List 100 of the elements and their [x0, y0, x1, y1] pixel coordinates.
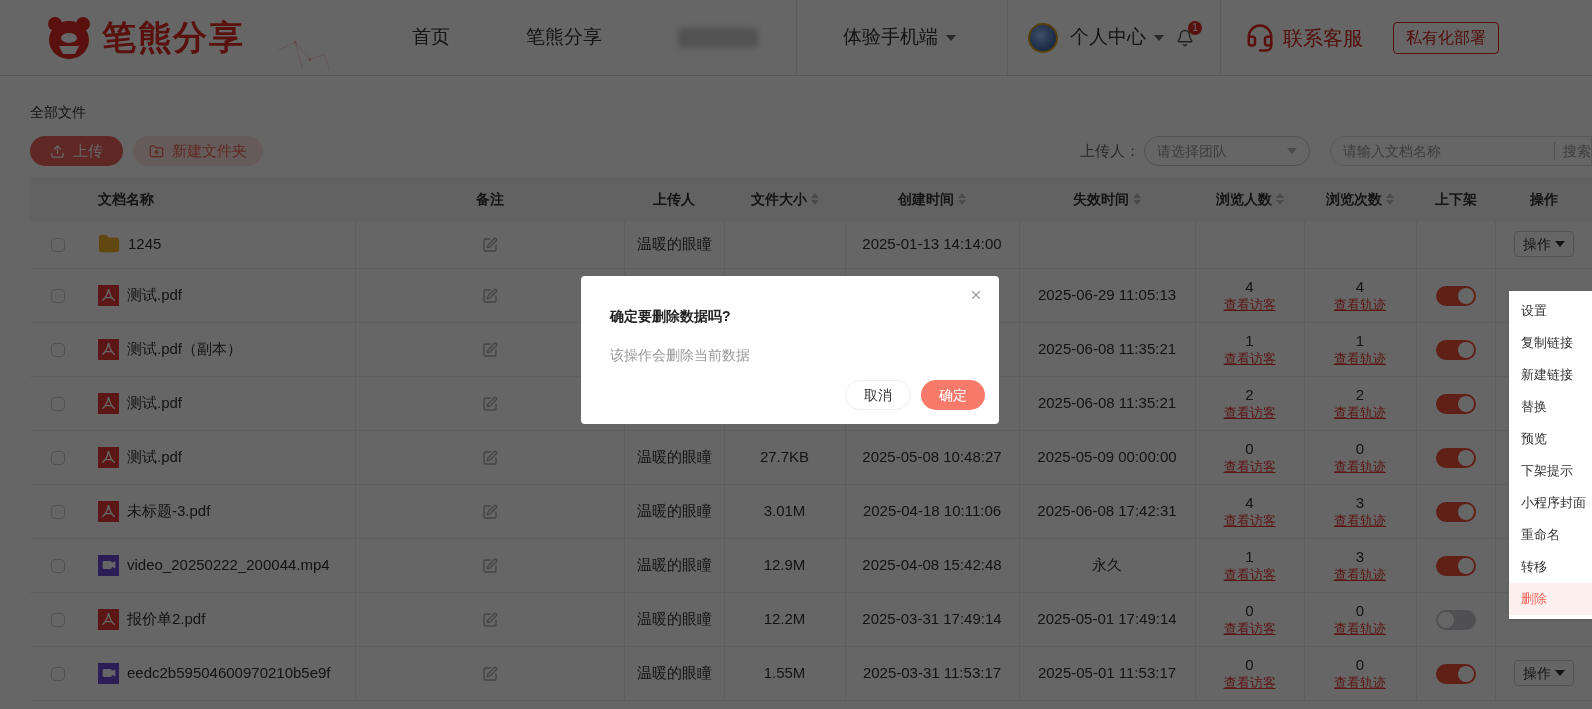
breadcrumb: 全部文件	[29, 103, 86, 122]
publish-toggle[interactable]	[1435, 501, 1476, 522]
bell-icon[interactable]	[1176, 28, 1194, 47]
file-name[interactable]: video_20250222_200044.mp4	[127, 553, 330, 577]
column-header: 上下架	[1434, 189, 1477, 209]
view-trace-link[interactable]: 查看轨迹	[1334, 512, 1386, 528]
file-name[interactable]: 测试.pdf	[127, 283, 183, 307]
column-header[interactable]: 浏览次数	[1326, 188, 1382, 210]
pdf-icon	[98, 392, 119, 414]
uploader-name: 温暖的眼瞳	[636, 609, 712, 627]
view-visitors-link[interactable]: 查看访客	[1223, 566, 1276, 582]
pdf-icon	[98, 500, 119, 522]
action-button[interactable]: 操作	[1513, 660, 1574, 686]
viewer-count: 1	[1244, 331, 1255, 349]
column-header[interactable]: 创建时间	[898, 188, 954, 210]
file-name[interactable]: eedc2b59504600970210b5e9f	[127, 661, 331, 685]
caret-icon	[1287, 148, 1297, 154]
menu-item[interactable]: 下架提示	[1509, 455, 1592, 487]
edit-note-icon[interactable]	[481, 449, 498, 466]
file-name[interactable]: 测试.pdf	[127, 391, 183, 415]
menu-item[interactable]: 预览	[1509, 423, 1592, 455]
edit-note-icon[interactable]	[481, 237, 498, 254]
column-header[interactable]: 失效时间	[1073, 188, 1129, 210]
pdf-icon	[98, 284, 119, 306]
menu-item[interactable]: 设置	[1509, 295, 1592, 327]
pdf-icon	[98, 446, 119, 468]
mobile-dropdown-button[interactable]: 体验手机端	[843, 23, 956, 52]
caret-icon	[1154, 34, 1164, 41]
edit-note-icon[interactable]	[481, 503, 498, 520]
menu-item[interactable]: 重命名	[1509, 519, 1592, 551]
file-size: 1.55M	[763, 663, 806, 681]
uploader-name: 温暖的眼瞳	[636, 663, 712, 681]
view-count: 0	[1354, 439, 1366, 457]
edit-note-icon[interactable]	[481, 557, 498, 574]
column-header[interactable]: 浏览人数	[1215, 188, 1272, 210]
file-size: 27.7KB	[759, 447, 810, 465]
publish-toggle[interactable]	[1435, 663, 1476, 684]
view-trace-link[interactable]: 查看轨迹	[1334, 566, 1386, 582]
view-trace-link[interactable]: 查看轨迹	[1334, 296, 1386, 312]
menu-item[interactable]: 替换	[1509, 391, 1592, 423]
file-size: 12.2M	[763, 609, 806, 627]
action-button[interactable]: 操作	[1513, 231, 1574, 258]
file-name[interactable]: 测试.pdf（副本）	[127, 337, 243, 361]
view-count: 0	[1354, 655, 1366, 673]
menu-item[interactable]: 新建链接	[1509, 359, 1592, 391]
view-trace-link[interactable]: 查看轨迹	[1334, 458, 1386, 474]
edit-note-icon[interactable]	[481, 665, 498, 682]
menu-item[interactable]: 小程序封面	[1509, 487, 1592, 519]
expiry-time: 永久	[1092, 555, 1122, 573]
view-visitors-link[interactable]: 查看访客	[1223, 458, 1276, 474]
publish-toggle[interactable]	[1435, 285, 1476, 306]
edit-note-icon[interactable]	[481, 611, 498, 628]
view-count: 4	[1354, 277, 1366, 295]
dialog-message: 该操作会删除当前数据	[610, 346, 750, 365]
expiry-time: 2025-06-29 11:05:13	[1037, 285, 1177, 303]
confirm-button[interactable]: 确定	[921, 380, 985, 410]
file-name[interactable]: 报价单2.pdf	[127, 607, 206, 631]
publish-toggle[interactable]	[1435, 447, 1476, 468]
publish-toggle[interactable]	[1435, 393, 1476, 414]
publish-toggle[interactable]	[1435, 555, 1476, 576]
close-icon[interactable]	[969, 288, 983, 302]
column-header[interactable]: 文件大小	[750, 188, 807, 210]
nav-link[interactable]: 首页	[374, 23, 488, 52]
uploader-name: 温暖的眼瞳	[636, 501, 712, 519]
view-visitors-link[interactable]: 查看访客	[1223, 620, 1276, 636]
edit-note-icon[interactable]	[481, 395, 498, 412]
view-visitors-link[interactable]: 查看访客	[1223, 404, 1276, 420]
view-visitors-link[interactable]: 查看访客	[1223, 350, 1276, 366]
expiry-time: 2025-05-01 17:49:14	[1037, 609, 1177, 627]
view-visitors-link[interactable]: 查看访客	[1223, 674, 1276, 690]
avatar-icon[interactable]	[1028, 22, 1058, 53]
deploy-button[interactable]: 私有化部署	[1393, 21, 1499, 54]
edit-note-icon[interactable]	[481, 341, 498, 358]
nav-link[interactable]: 笔熊分享	[488, 23, 640, 52]
viewer-count: 4	[1244, 277, 1255, 295]
file-name[interactable]: 测试.pdf	[127, 445, 183, 469]
cancel-button[interactable]: 取消	[845, 380, 911, 410]
menu-item[interactable]: 转移	[1509, 551, 1592, 583]
menu-item[interactable]: 复制链接	[1509, 327, 1592, 359]
headset-icon	[1245, 22, 1275, 53]
user-center-button[interactable]: 个人中心	[1070, 23, 1164, 52]
pdf-icon	[98, 608, 119, 630]
view-trace-link[interactable]: 查看轨迹	[1334, 620, 1386, 636]
view-count: 3	[1354, 547, 1366, 565]
view-trace-link[interactable]: 查看轨迹	[1334, 350, 1386, 366]
file-name[interactable]: 未标题-3.pdf	[127, 499, 211, 523]
upload-button[interactable]: 上传	[30, 136, 123, 166]
view-visitors-link[interactable]: 查看访客	[1223, 296, 1276, 312]
viewer-count: 4	[1244, 493, 1255, 511]
viewer-count: 2	[1244, 385, 1255, 403]
file-name[interactable]: 1245	[128, 233, 162, 256]
uploader-name: 温暖的眼瞳	[636, 555, 712, 573]
view-trace-link[interactable]: 查看轨迹	[1334, 674, 1386, 690]
menu-item[interactable]: 删除	[1509, 583, 1592, 615]
support-link[interactable]: 联系客服	[1283, 22, 1363, 53]
publish-toggle[interactable]	[1435, 339, 1476, 360]
view-visitors-link[interactable]: 查看访客	[1223, 512, 1276, 528]
edit-note-icon[interactable]	[481, 287, 498, 304]
pdf-icon	[98, 338, 119, 360]
view-trace-link[interactable]: 查看轨迹	[1334, 404, 1386, 420]
